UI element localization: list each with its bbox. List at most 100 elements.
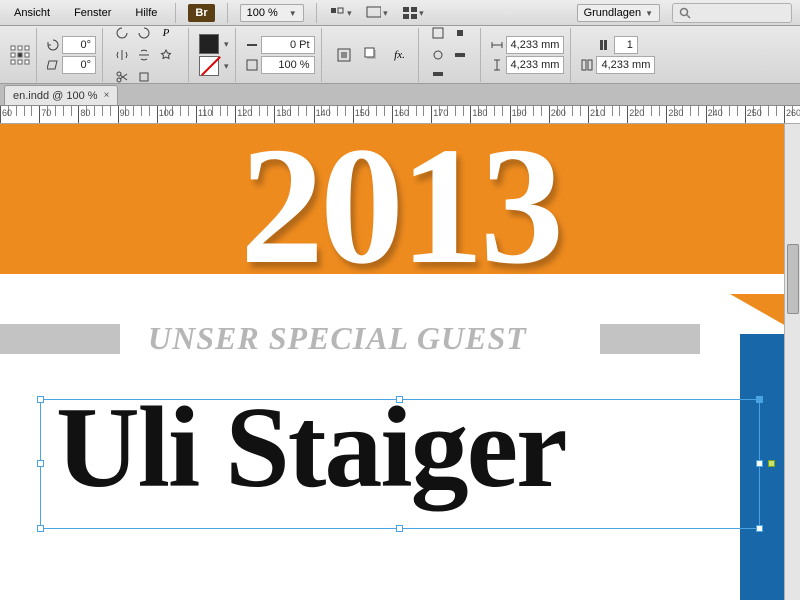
wrap-none-button[interactable] bbox=[429, 24, 447, 42]
ruler-tick-label: 220 bbox=[629, 108, 644, 118]
ruler-tick-label: 160 bbox=[394, 108, 409, 118]
ruler-tick-label: 140 bbox=[316, 108, 331, 118]
rotate-cw-button[interactable] bbox=[135, 24, 153, 42]
flip-v-button[interactable] bbox=[135, 46, 153, 64]
zoom-value: 100 % bbox=[247, 7, 278, 19]
misc-tool-button[interactable] bbox=[135, 68, 153, 86]
fx-button[interactable]: fx. bbox=[388, 44, 412, 66]
drop-shadow-button[interactable] bbox=[360, 44, 384, 66]
stroke-weight-group: 0 Pt 100 % bbox=[240, 28, 322, 82]
ruler-tick-label: 170 bbox=[433, 108, 448, 118]
selection-handle-mr[interactable] bbox=[756, 460, 763, 467]
bridge-badge[interactable]: Br bbox=[188, 4, 214, 22]
canvas[interactable]: 2013 UNSER SPECIAL GUEST Uli Staiger bbox=[0, 124, 800, 600]
chevron-down-icon bbox=[381, 7, 388, 19]
fill-swatch[interactable] bbox=[199, 34, 219, 54]
menu-fenster[interactable]: Fenster bbox=[68, 3, 117, 23]
wrap-around-shape-button[interactable] bbox=[429, 46, 447, 64]
columns-group: 1 4,233 mm bbox=[575, 28, 661, 82]
out-port-handle[interactable] bbox=[768, 460, 775, 467]
selection-handle-br[interactable] bbox=[756, 525, 763, 532]
shear-field[interactable]: 0° bbox=[62, 56, 96, 74]
ruler-tick-label: 150 bbox=[355, 108, 370, 118]
stroke-weight-field[interactable]: 0 Pt bbox=[261, 36, 315, 54]
ruler-tick-label: 230 bbox=[668, 108, 683, 118]
ref-point-group bbox=[4, 28, 37, 82]
zoom-dropdown[interactable]: 100 % bbox=[240, 4, 304, 22]
workspace-switcher[interactable]: Grundlagen bbox=[577, 4, 660, 22]
menu-ansicht[interactable]: Ansicht bbox=[8, 3, 56, 23]
menubar: Ansicht Fenster Hilfe Br 100 % Grundlage… bbox=[0, 0, 800, 26]
squares-icon bbox=[330, 5, 345, 21]
view-options-button[interactable] bbox=[329, 2, 353, 24]
selection-handle-bc[interactable] bbox=[396, 525, 403, 532]
text-frame-selection[interactable] bbox=[40, 399, 760, 529]
rotation-field[interactable]: 0° bbox=[62, 36, 96, 54]
scissors-button[interactable] bbox=[113, 68, 131, 86]
screen-mode-button[interactable] bbox=[365, 2, 389, 24]
grid-icon bbox=[402, 5, 417, 21]
arrange-docs-button[interactable] bbox=[401, 2, 425, 24]
ruler-tick-label: 60 bbox=[2, 108, 12, 118]
control-toolbar: 0° 0° P 0 Pt 100 % bbox=[0, 26, 800, 84]
height-icon bbox=[491, 59, 503, 71]
gray-divider-right bbox=[600, 324, 700, 354]
wrap-jump-next-button[interactable] bbox=[429, 68, 447, 86]
screen-icon bbox=[366, 5, 381, 21]
wrap-around-bbox-button[interactable] bbox=[451, 24, 469, 42]
chevron-down-icon bbox=[222, 38, 229, 50]
fill-stroke-group bbox=[193, 28, 236, 82]
ruler-tick-label: 200 bbox=[551, 108, 566, 118]
workspace-label: Grundlagen bbox=[584, 7, 642, 19]
star-tool-button[interactable] bbox=[157, 46, 175, 64]
selection-handle-tr[interactable] bbox=[756, 396, 763, 403]
gutter-icon bbox=[581, 59, 593, 71]
auto-fit-button[interactable] bbox=[332, 44, 356, 66]
flip-h-button[interactable] bbox=[113, 46, 131, 64]
close-icon[interactable]: × bbox=[104, 90, 110, 101]
vertical-scrollbar[interactable] bbox=[784, 124, 800, 600]
stroke-weight-icon bbox=[246, 39, 258, 51]
ruler-tick-label: 80 bbox=[80, 108, 90, 118]
rotate-ccw-button[interactable] bbox=[113, 24, 131, 42]
chevron-down-icon bbox=[645, 7, 653, 19]
scrollbar-thumb[interactable] bbox=[787, 244, 799, 314]
ruler-tick-label: 180 bbox=[472, 108, 487, 118]
wrap-jump-button[interactable] bbox=[451, 46, 469, 64]
document-tab[interactable]: en.indd @ 100 % × bbox=[4, 85, 118, 105]
frame-size-group: 4,233 mm 4,233 mm bbox=[485, 28, 572, 82]
selection-handle-tl[interactable] bbox=[37, 396, 44, 403]
separator bbox=[175, 3, 176, 23]
ruler-tick-label: 70 bbox=[41, 108, 51, 118]
ruler-tick-label: 90 bbox=[120, 108, 130, 118]
stroke-swatch-none[interactable] bbox=[199, 56, 219, 76]
search-input[interactable] bbox=[672, 3, 792, 23]
columns-field[interactable]: 1 bbox=[614, 36, 638, 54]
gray-divider-left bbox=[0, 324, 120, 354]
ruler-tick-label: 110 bbox=[198, 108, 212, 118]
ruler-tick-label: 260 bbox=[786, 108, 800, 118]
reference-point-grid[interactable] bbox=[10, 45, 30, 65]
horizontal-ruler[interactable]: 6070809010011012013014015016017018019020… bbox=[0, 106, 800, 124]
document-tab-label: en.indd @ 100 % bbox=[13, 90, 98, 102]
ruler-tick-label: 250 bbox=[747, 108, 762, 118]
search-icon bbox=[679, 7, 691, 19]
menu-hilfe[interactable]: Hilfe bbox=[129, 3, 163, 23]
rotate-shear-group: 0° 0° bbox=[41, 28, 103, 82]
chevron-down-icon bbox=[289, 7, 297, 19]
width-field[interactable]: 4,233 mm bbox=[506, 36, 565, 54]
selection-handle-bl[interactable] bbox=[37, 525, 44, 532]
path-type-button[interactable]: P bbox=[157, 24, 175, 42]
transform-tools-group: P bbox=[107, 28, 189, 82]
document-tab-strip: en.indd @ 100 % × bbox=[0, 84, 800, 106]
height-field[interactable]: 4,233 mm bbox=[506, 56, 565, 74]
ruler-tick-label: 130 bbox=[276, 108, 291, 118]
selection-handle-tc[interactable] bbox=[396, 396, 403, 403]
ruler-tick-label: 240 bbox=[708, 108, 723, 118]
selection-handle-ml[interactable] bbox=[37, 460, 44, 467]
gutter-field[interactable]: 4,233 mm bbox=[596, 56, 655, 74]
separator bbox=[316, 3, 317, 23]
scale-percent-field[interactable]: 100 % bbox=[261, 56, 315, 74]
shear-icon bbox=[47, 59, 59, 71]
width-icon bbox=[491, 39, 503, 51]
